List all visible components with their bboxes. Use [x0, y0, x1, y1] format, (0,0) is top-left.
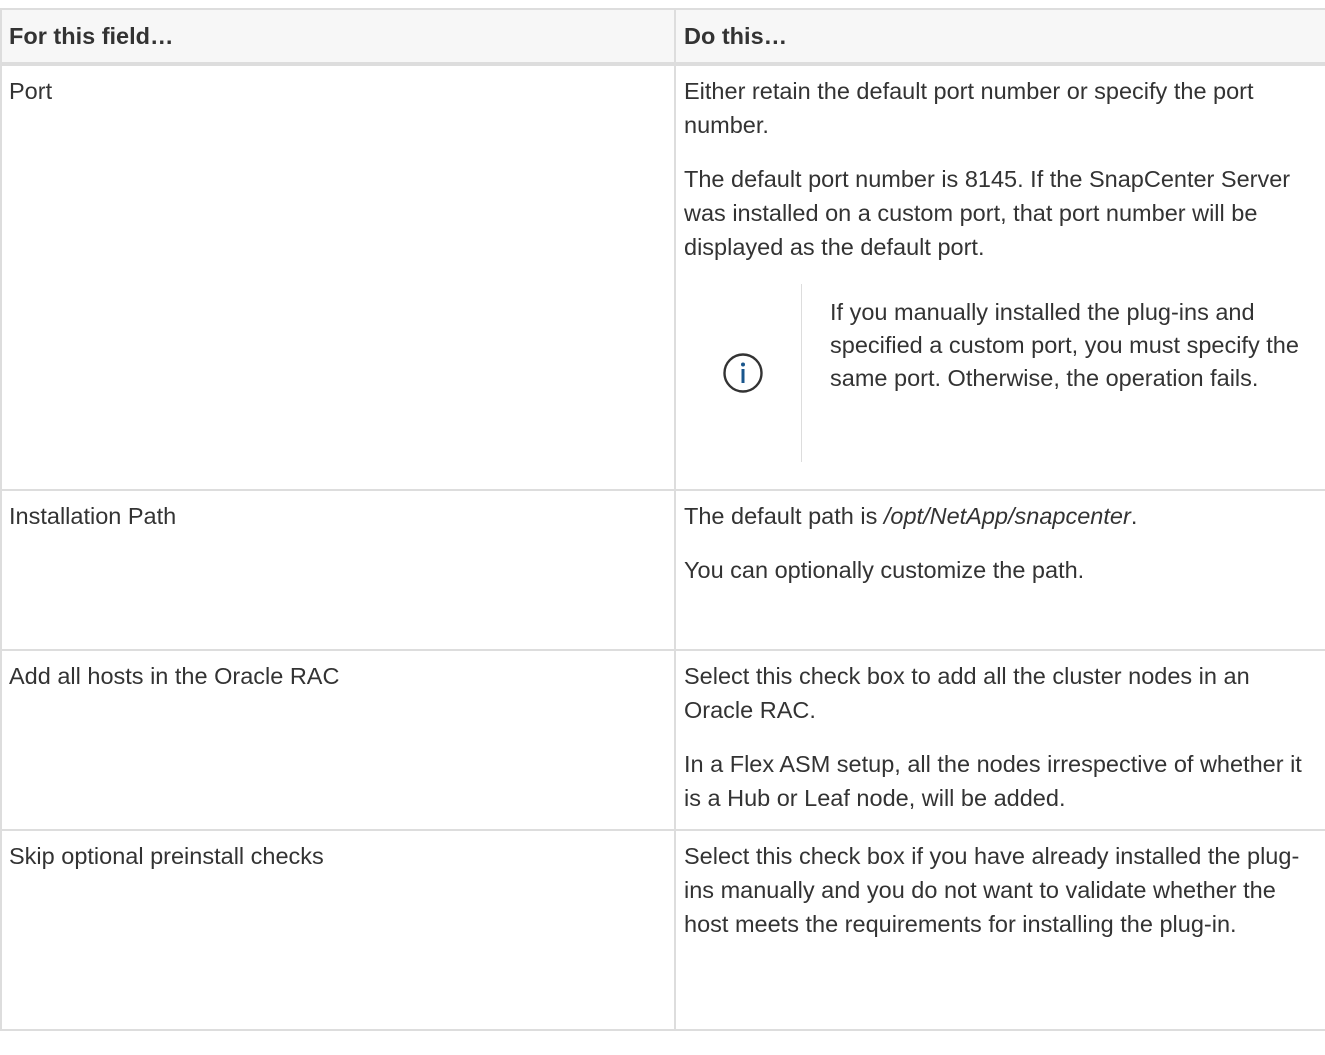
description-cell: Select this check box if you have alread… [674, 830, 1325, 1031]
field-name: Port [9, 78, 53, 104]
table-row: Add all hosts in the Oracle RAC Select t… [0, 650, 1325, 831]
field-name: Add all hosts in the Oracle RAC [9, 663, 340, 689]
description-cell: Select this check box to add all the clu… [674, 650, 1325, 831]
field-cell: Add all hosts in the Oracle RAC [0, 650, 675, 831]
description-paragraph: In a Flex ASM setup, all the nodes irres… [684, 751, 1302, 811]
field-cell: Skip optional preinstall checks [0, 830, 675, 1031]
note-icon-column [684, 284, 802, 462]
description-paragraph: You can optionally customize the path. [684, 557, 1085, 583]
info-icon [722, 352, 764, 394]
description-paragraph: The default port number is 8145. If the … [684, 166, 1291, 260]
field-name: Installation Path [9, 503, 177, 529]
column-header-field: For this field… [0, 8, 675, 66]
description-cell: Either retain the default port number or… [674, 64, 1325, 491]
description-paragraph: The default path is /opt/NetApp/snapcent… [684, 499, 1321, 533]
path-suffix: . [1130, 503, 1138, 529]
field-cell: Port [0, 64, 675, 491]
description-paragraph: Select this check box if you have alread… [684, 843, 1300, 937]
field-name: Skip optional preinstall checks [9, 843, 324, 869]
path-prefix: The default path is [684, 503, 884, 529]
table-row: Installation Path The default path is /o… [0, 490, 1325, 651]
description-paragraph: Select this check box to add all the clu… [684, 663, 1250, 723]
description-paragraph: Either retain the default port number or… [684, 78, 1254, 138]
field-cell: Installation Path [0, 490, 675, 651]
column-header-action: Do this… [674, 8, 1325, 66]
install-path-value: /opt/NetApp/snapcenter [883, 503, 1131, 529]
table-row: Skip optional preinstall checks Select t… [0, 830, 1325, 1031]
field-description-table: For this field… Do this… Port Either ret… [0, 8, 1325, 1031]
note-admonition: If you manually installed the plug-ins a… [684, 284, 1321, 462]
table-header-row: For this field… Do this… [0, 8, 1325, 66]
description-cell: The default path is /opt/NetApp/snapcent… [674, 490, 1325, 651]
note-text: If you manually installed the plug-ins a… [830, 299, 1299, 391]
table-row: Port Either retain the default port numb… [0, 64, 1325, 491]
